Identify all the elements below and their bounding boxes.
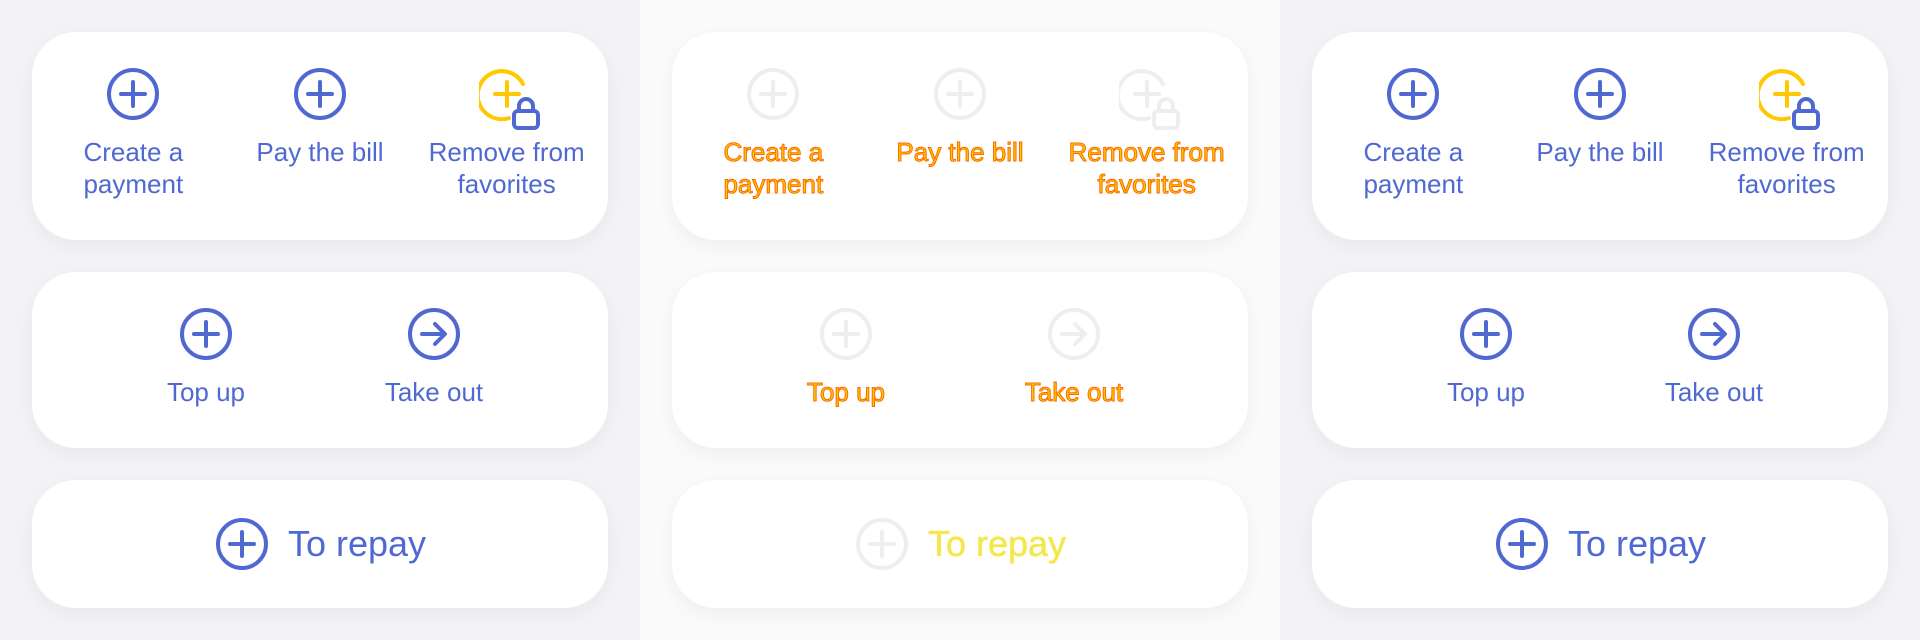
repay-label: To repay — [927, 523, 1067, 564]
plus-circle-icon — [293, 68, 346, 120]
repay-label: To repay — [287, 523, 427, 564]
lock-icon — [1151, 97, 1180, 130]
create-payment-label: Create a payment — [1363, 137, 1464, 199]
plus-circle-icon — [180, 308, 232, 360]
top-up-label: Top up — [166, 377, 246, 407]
plus-circle-icon — [107, 68, 160, 120]
plus-circle-icon — [215, 518, 268, 570]
plus-circle-icon — [1387, 68, 1440, 120]
pay-bill-label: Pay the bill — [896, 137, 1024, 168]
repay-button[interactable]: To repay — [854, 516, 1066, 572]
quick-actions-card: Create a payment Pay the bill Remove fro… — [1312, 32, 1888, 240]
pay-bill-button[interactable]: Pay the bill — [870, 66, 1050, 168]
quick-actions-card: Create a payment Pay the bill Remove fro… — [32, 32, 608, 240]
arrow-right-circle-icon — [1048, 308, 1100, 360]
action-panel-2: Create a payment Pay the bill Remove fro… — [640, 0, 1280, 640]
plus-circle-icon — [747, 68, 800, 120]
remove-favorites-button[interactable]: Remove from favorites — [417, 66, 597, 200]
plus-circle-icon — [1495, 518, 1548, 570]
plus-circle-icon — [1573, 68, 1626, 120]
take-out-label: Take out — [1024, 377, 1124, 408]
arrow-right-circle-icon — [1688, 308, 1740, 360]
create-payment-button[interactable]: Create a payment — [1323, 66, 1503, 200]
plus-circle-icon — [1460, 308, 1512, 360]
create-payment-button[interactable]: Create a payment — [43, 66, 223, 200]
take-out-label: Take out — [1664, 377, 1764, 407]
pay-bill-label: Pay the bill — [256, 137, 384, 167]
create-payment-label: Create a payment — [723, 137, 824, 200]
remove-favorites-label: Remove from favorites — [428, 137, 585, 199]
take-out-label: Take out — [384, 377, 484, 407]
repay-card: To repay — [32, 480, 608, 608]
arrow-right-circle-icon — [408, 308, 460, 360]
action-panel-1: Create a payment Pay the bill Remove fro… — [0, 0, 640, 640]
repay-card: To repay — [1312, 480, 1888, 608]
plus-circle-icon — [820, 308, 872, 360]
plus-circle-icon — [933, 68, 986, 120]
repay-label: To repay — [1567, 523, 1707, 564]
remove-favorites-label: Remove from favorites — [1708, 137, 1865, 199]
pay-bill-button[interactable]: Pay the bill — [230, 66, 410, 168]
plus-circle-icon — [855, 518, 908, 570]
top-up-label: Top up — [1446, 377, 1526, 407]
remove-favorites-button[interactable]: Remove from favorites — [1697, 66, 1877, 200]
repay-card: To repay — [672, 480, 1248, 608]
lock-icon — [1791, 97, 1820, 130]
take-out-button[interactable]: Take out — [984, 306, 1164, 408]
transfer-card: Top up Take out — [1312, 272, 1888, 448]
top-up-button[interactable]: Top up — [756, 306, 936, 408]
top-up-button[interactable]: Top up — [1396, 306, 1576, 408]
take-out-button[interactable]: Take out — [344, 306, 524, 408]
repay-button[interactable]: To repay — [214, 516, 426, 572]
pay-bill-label: Pay the bill — [1536, 137, 1664, 167]
create-payment-button[interactable]: Create a payment — [683, 66, 863, 200]
transfer-card: Top up Take out — [672, 272, 1248, 448]
remove-favorites-button[interactable]: Remove from favorites — [1057, 66, 1237, 200]
repay-button[interactable]: To repay — [1494, 516, 1706, 572]
lock-icon — [511, 97, 540, 130]
remove-favorites-label: Remove from favorites — [1068, 137, 1225, 200]
transfer-card: Top up Take out — [32, 272, 608, 448]
action-panel-3: Create a payment Pay the bill Remove fro… — [1280, 0, 1920, 640]
pay-bill-button[interactable]: Pay the bill — [1510, 66, 1690, 168]
take-out-button[interactable]: Take out — [1624, 306, 1804, 408]
create-payment-label: Create a payment — [83, 137, 184, 199]
top-up-label: Top up — [806, 377, 886, 408]
top-up-button[interactable]: Top up — [116, 306, 296, 408]
quick-actions-card: Create a payment Pay the bill Remove fro… — [672, 32, 1248, 240]
